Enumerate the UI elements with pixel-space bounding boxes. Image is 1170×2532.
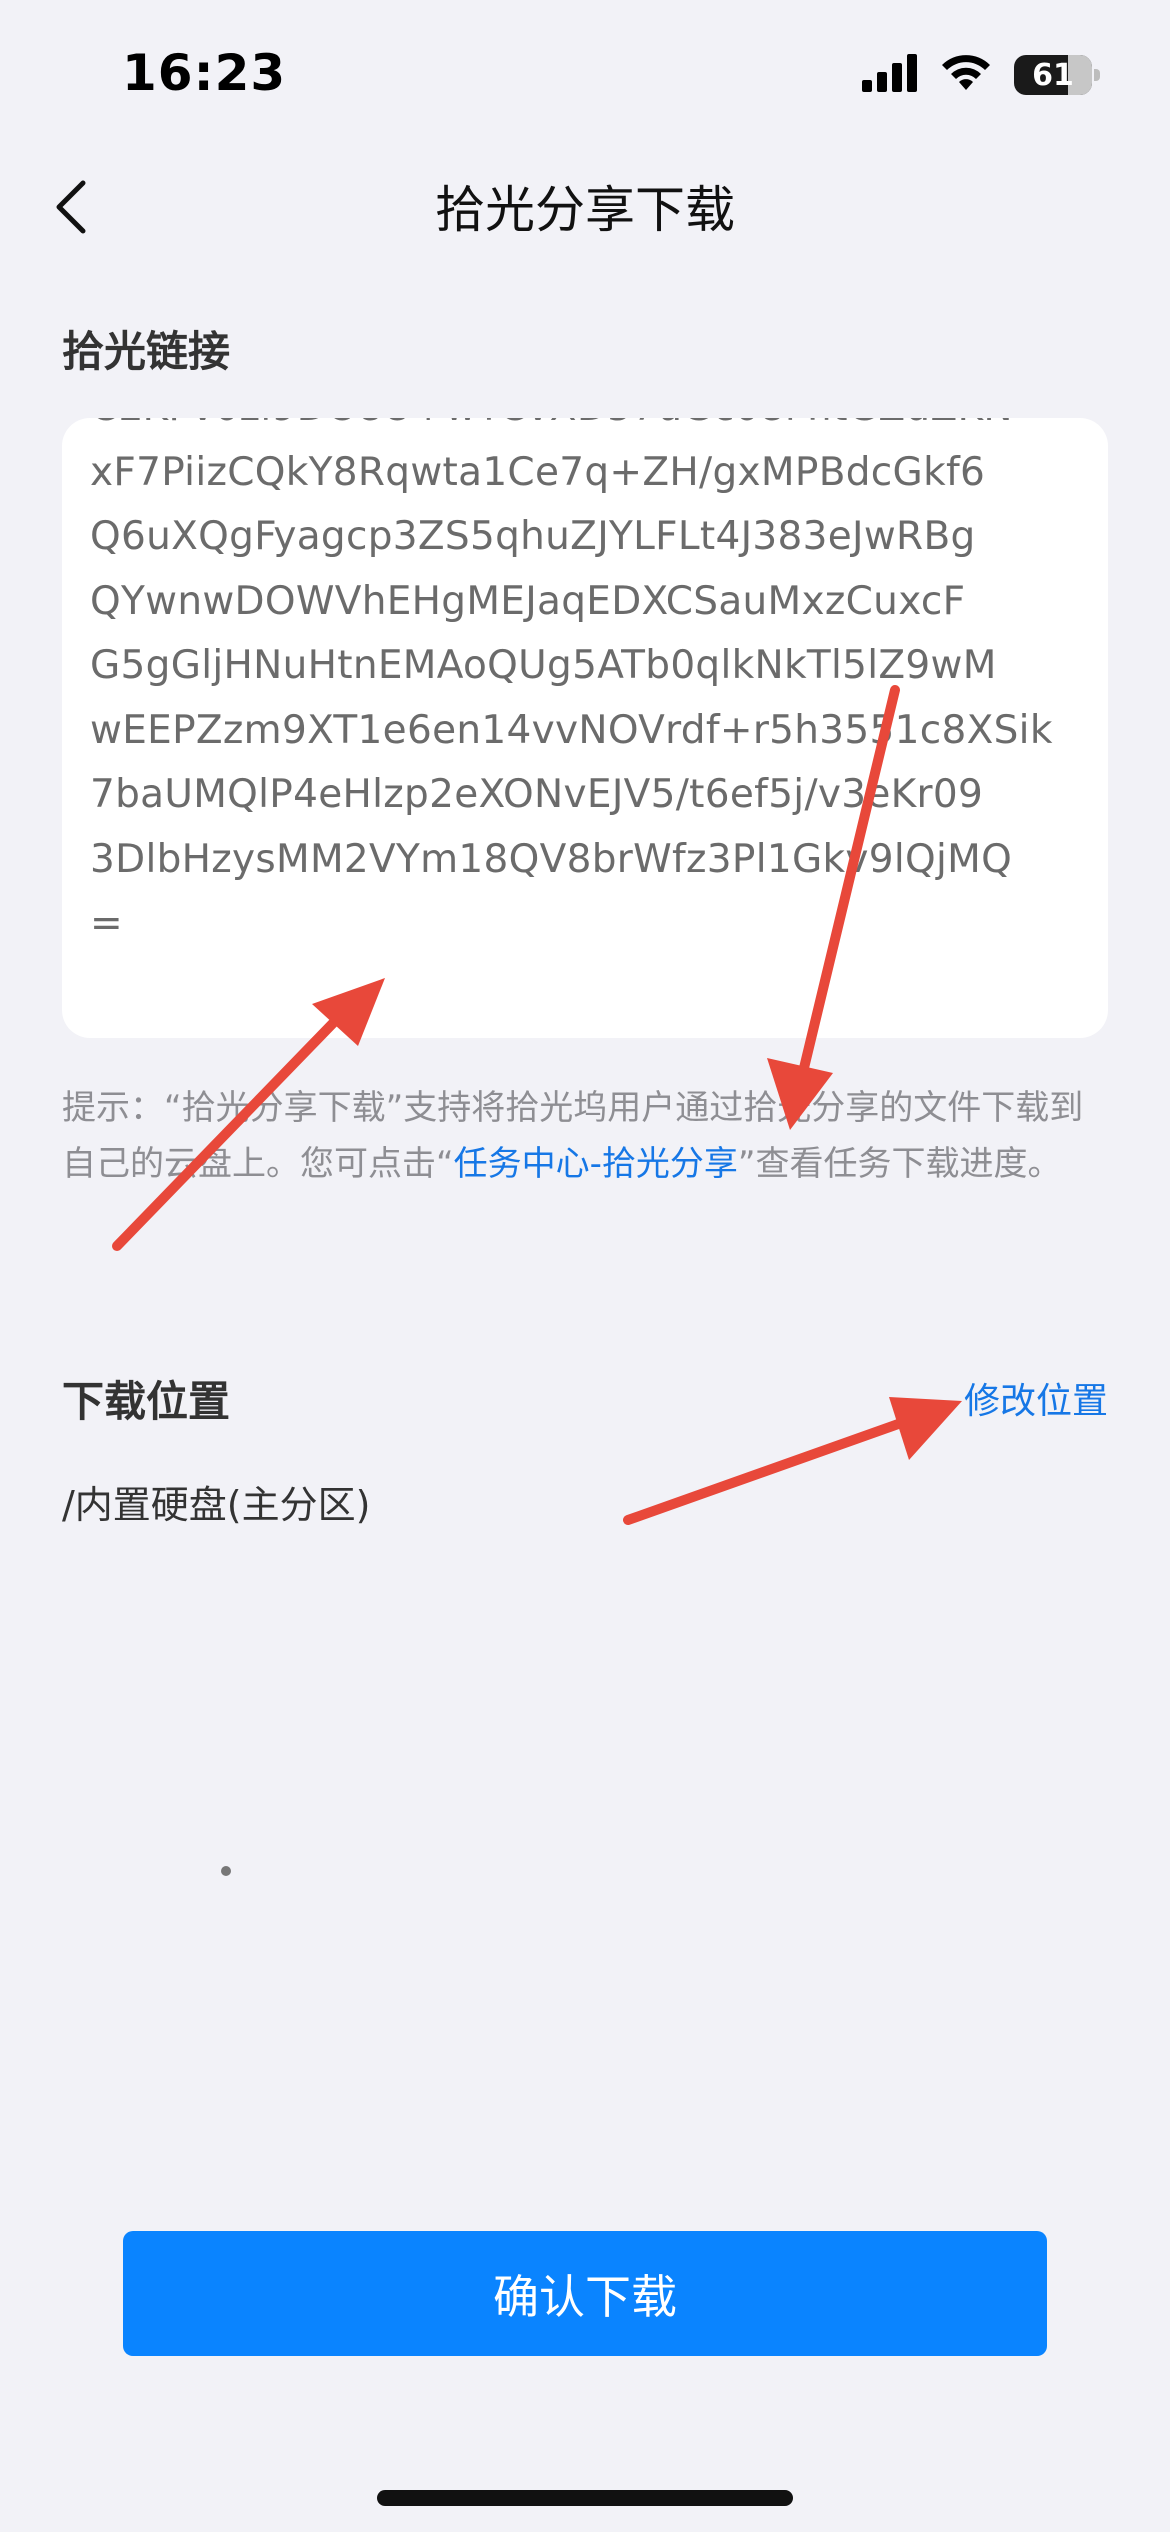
- modify-location-link[interactable]: 修改位置: [964, 1372, 1108, 1424]
- location-path: /内置硬盘(主分区): [62, 1483, 371, 1527]
- link-section-label: 拾光链接: [62, 327, 231, 376]
- annotation-arrow: [623, 1397, 962, 1525]
- link-line: 3DlbHzysMM2VYm18QV8brWfz3Pl1Gkv9lQjMQ: [90, 836, 1013, 882]
- hint-suffix: ”查看任务下载进度。: [737, 1144, 1062, 1184]
- signal-icon: [862, 54, 918, 96]
- nav-bar: 拾光分享下载: [0, 160, 1170, 250]
- home-indicator: [377, 2490, 793, 2506]
- link-line: wEEPZzm9XT1e6en14vvNOVrdf+r5h3551c8XSik: [90, 707, 1053, 753]
- link-line: 7baUMQlP4eHlzp2eXONvEJV5/t6ef5j/v3eKr09: [90, 772, 984, 817]
- link-line: Q6uXQgFyagcp3ZS5qhuZJYLFLt4J383eJwRBg: [90, 514, 976, 559]
- status-bar: 16:23 61: [0, 0, 1170, 150]
- battery-icon: 61: [1014, 55, 1100, 95]
- chevron-left-icon: [56, 180, 86, 234]
- link-input-box[interactable]: CEKFv0zl9DO8U+wTCvXD57uGc08l4ltGZdZKN xF…: [62, 418, 1108, 1038]
- status-time: 16:23: [122, 44, 287, 102]
- link-line: xF7PiizCQkY8Rqwta1Ce7q+ZH/gxMPBdcGkf6: [90, 449, 986, 495]
- annotation-arrows: [112, 685, 962, 1525]
- link-text[interactable]: CEKFv0zl9DO8U+wTCvXD57uGc08l4ltGZdZKN xF…: [90, 418, 1090, 957]
- link-line: QYwnwDOWVhEHgMEJaqEDXCSauMxzCuxcF: [90, 578, 966, 624]
- wifi-icon: [940, 54, 992, 96]
- confirm-download-button[interactable]: 确认下载: [123, 2231, 1047, 2356]
- page-title: 拾光分享下载: [435, 181, 735, 239]
- status-icons: 61: [862, 50, 1100, 100]
- back-button[interactable]: [36, 172, 106, 242]
- link-line: =: [90, 901, 123, 946]
- hint-text: 提示：“拾光分享下载”支持将拾光坞用户通过拾光分享的文件下载到自己的云盘上。您可…: [62, 1080, 1112, 1192]
- link-line: CEKFv0zl9DO8U+wTCvXD57uGc08l4ltGZdZKN: [90, 418, 1090, 441]
- dot-mark: [221, 1866, 231, 1876]
- task-center-link[interactable]: 任务中心-拾光分享: [454, 1144, 738, 1184]
- download-page: 16:23 61 拾光分享下载 拾光链接 xF7PiizCQkY8Rqwta1C…: [0, 0, 1170, 2532]
- link-line: G5gGljHNuHtnEMAoQUg5ATb0qlkNkTl5lZ9wM: [90, 643, 997, 688]
- battery-level: 61: [1032, 57, 1074, 93]
- location-section-label: 下载位置: [62, 1377, 231, 1426]
